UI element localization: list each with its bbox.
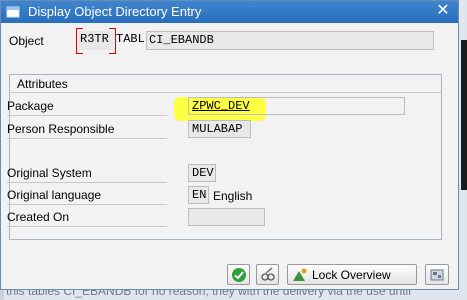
attributes-title: Attributes [17, 77, 68, 91]
object-label: Object [9, 34, 44, 48]
original-system-field[interactable]: DEV [188, 164, 216, 182]
background-scrollbar [461, 40, 467, 190]
object-pgmid-field[interactable]: R3TR [78, 31, 113, 50]
object-directory-dialog: Display Object Directory Entry ✕ Object … [0, 0, 459, 290]
close-icon: ✕ [436, 2, 450, 19]
close-button[interactable]: ✕ [434, 2, 452, 20]
person-responsible-field[interactable]: MULABAP [188, 120, 251, 138]
original-language-label: Original language [7, 186, 167, 205]
created-on-label: Created On [7, 208, 167, 227]
display-change-button[interactable] [256, 264, 279, 285]
dialog-titlebar: Display Object Directory Entry ✕ [1, 1, 458, 23]
dialog-title: Display Object Directory Entry [28, 4, 202, 19]
original-language-field[interactable]: EN [188, 186, 209, 204]
package-label: Package [7, 97, 167, 116]
created-on-field[interactable] [188, 208, 265, 226]
object-row: R3TR TABL CI_EBANDB [76, 28, 434, 54]
object-name-field[interactable]: CI_EBANDB [146, 31, 434, 50]
attributes-divider [10, 92, 441, 93]
lock-overview-icon [293, 268, 307, 281]
confirm-button[interactable] [227, 264, 250, 285]
check-icon [232, 268, 246, 282]
object-type-field[interactable]: TABL [114, 31, 146, 50]
original-language-text: English [213, 189, 253, 203]
package-field[interactable]: ZPWC_DEV [188, 97, 405, 115]
lock-overview-button[interactable]: Lock Overview [287, 264, 417, 285]
lock-overview-label: Lock Overview [312, 268, 391, 282]
sap-window-icon [6, 6, 20, 18]
transport-button[interactable] [425, 264, 449, 285]
person-responsible-label: Person Responsible [7, 120, 167, 139]
focus-bracket-left [76, 28, 83, 54]
glasses-pencil-icon [261, 267, 275, 281]
transport-icon [430, 269, 444, 281]
original-system-label: Original System [7, 164, 167, 183]
